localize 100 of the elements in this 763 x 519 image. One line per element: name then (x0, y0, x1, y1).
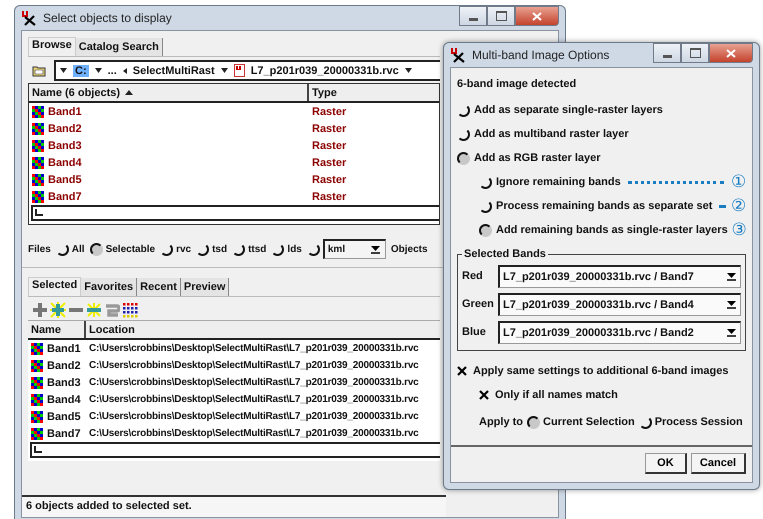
caret-icon (371, 245, 380, 254)
raster-icon (32, 190, 44, 202)
object-location: C:\Users\crobbins\Desktop\SelectMultiRast\L7_p201r039_20000331b.rvc (89, 428, 419, 439)
radio-button[interactable] (479, 224, 492, 236)
path-crumb[interactable]: ... (108, 64, 117, 76)
horizontal-scrollbar[interactable] (31, 205, 439, 221)
object-name[interactable]: Band4 (47, 394, 81, 406)
plus-star-icon[interactable] (50, 302, 66, 318)
object-location: C:\Users\crobbins\Desktop\SelectMultiRast\L7_p201r039_20000331b.rvc (89, 343, 419, 354)
radio-button[interactable] (160, 242, 174, 256)
format-dropdown[interactable]: kml (322, 239, 386, 259)
radio-label: ttsd (248, 244, 266, 254)
raster-icon (32, 156, 44, 168)
raster-icon (32, 122, 44, 134)
tab[interactable]: Browse (28, 37, 76, 56)
column-header[interactable]: Location (86, 321, 440, 338)
object-type: Raster (312, 106, 346, 118)
caret-icon (404, 68, 412, 73)
band-dropdown[interactable]: L7_p201r039_20000331b.rvc / Band4 (498, 292, 741, 316)
column-header[interactable]: Name (28, 321, 86, 338)
band-dropdown[interactable]: L7_p201r039_20000331b.rvc / Band2 (498, 320, 741, 344)
radio-label: Selectable (106, 244, 156, 254)
object-location: C:\Users\crobbins\Desktop\SelectMultiRast\L7_p201r039_20000331b.rvc (89, 411, 419, 422)
radio-button[interactable] (306, 242, 320, 256)
raster-icon (31, 342, 43, 354)
object-name[interactable]: Band7 (47, 428, 81, 440)
raster-icon (31, 376, 43, 388)
path-crumb[interactable]: SelectMultiRast (132, 64, 215, 76)
object-type: Raster (312, 174, 346, 186)
tab[interactable]: Selected (28, 277, 82, 296)
status-bar: 6 objects added to selected set. (22, 495, 446, 517)
object-type: Raster (312, 156, 346, 168)
dot-grid-icon[interactable] (122, 302, 138, 318)
radio-button[interactable] (479, 176, 492, 188)
path-crumb[interactable]: L7_p201r039_20000331b.rvc (250, 64, 399, 76)
radio-button[interactable] (271, 242, 284, 256)
radio-button[interactable] (457, 104, 470, 116)
callout-number: ③ (732, 221, 747, 239)
radio-label: lds (287, 244, 302, 254)
band-dropdown[interactable]: L7_p201r039_20000331b.rvc / Band7 (498, 264, 741, 288)
object-name[interactable]: Band4 (48, 156, 82, 168)
maximize-button[interactable] (681, 43, 709, 63)
radio-button[interactable] (196, 242, 210, 256)
minimize-button[interactable] (653, 43, 681, 63)
folder-icon[interactable] (32, 64, 46, 76)
object-name[interactable]: Band3 (47, 376, 81, 388)
radio-button[interactable] (527, 416, 540, 428)
radio-button[interactable] (90, 242, 103, 256)
band-label: Blue (462, 326, 487, 338)
radio-label: All (72, 244, 85, 254)
radio-button[interactable] (232, 242, 246, 256)
object-name[interactable]: Band1 (48, 106, 82, 118)
band-label: Green (462, 298, 495, 310)
plus-icon[interactable] (32, 302, 48, 318)
caret-icon (726, 300, 736, 309)
object-name[interactable]: Band1 (47, 342, 81, 354)
radio-button[interactable] (56, 242, 69, 256)
radio-label: Current Selection (543, 416, 635, 428)
sort-icon (125, 90, 134, 95)
caret-icon (94, 68, 102, 73)
tab[interactable]: Preview (180, 278, 230, 296)
object-name[interactable]: Band7 (48, 190, 82, 202)
column-header[interactable]: Type (309, 84, 439, 101)
object-type: Raster (312, 122, 346, 134)
minimize-button[interactable] (459, 6, 487, 26)
radio-label: Add as RGB raster layer (474, 152, 601, 164)
column-header[interactable]: Name (6 objects) (29, 84, 309, 101)
files-label: Files (28, 244, 51, 254)
app-logo-icon (450, 47, 466, 63)
checkbox-label: Only if all names match (495, 389, 618, 401)
radio-label: Ignore remaining bands (496, 176, 621, 188)
tab[interactable]: Catalog Search (76, 38, 163, 56)
drive-crumb[interactable]: C: (73, 64, 89, 76)
horizontal-scrollbar[interactable] (30, 442, 440, 458)
dialog-button[interactable]: OK (644, 453, 687, 474)
object-location: C:\Users\crobbins\Desktop\SelectMultiRast\L7_p201r039_20000331b.rvc (89, 394, 419, 405)
close-button[interactable] (709, 43, 753, 63)
radio-button[interactable] (479, 200, 492, 212)
object-name[interactable]: Band5 (47, 410, 81, 422)
raster-icon (31, 394, 43, 406)
callout-number: ② (731, 197, 746, 215)
object-name[interactable]: Band5 (48, 174, 82, 186)
checkbox[interactable] (479, 390, 489, 400)
object-name[interactable]: Band2 (48, 122, 82, 134)
object-name[interactable]: Band2 (47, 360, 81, 372)
close-button[interactable] (515, 6, 559, 26)
object-location: C:\Users\crobbins\Desktop\SelectMultiRast\L7_p201r039_20000331b.rvc (89, 377, 419, 388)
radio-button[interactable] (638, 416, 652, 428)
file-icon (234, 64, 245, 77)
radio-button[interactable] (457, 128, 470, 140)
tab[interactable]: Recent (137, 278, 181, 296)
radio-label: tsd (212, 244, 228, 254)
minus-star-icon[interactable] (86, 302, 102, 318)
tab[interactable]: Favorites (81, 278, 138, 296)
object-name[interactable]: Band3 (48, 140, 82, 152)
maximize-button[interactable] (487, 6, 515, 26)
dialog-button[interactable]: Cancel (690, 453, 746, 474)
radio-button[interactable] (457, 152, 470, 164)
radio-label: Add remaining bands as single-raster layers (496, 224, 728, 236)
checkbox[interactable] (457, 366, 467, 376)
